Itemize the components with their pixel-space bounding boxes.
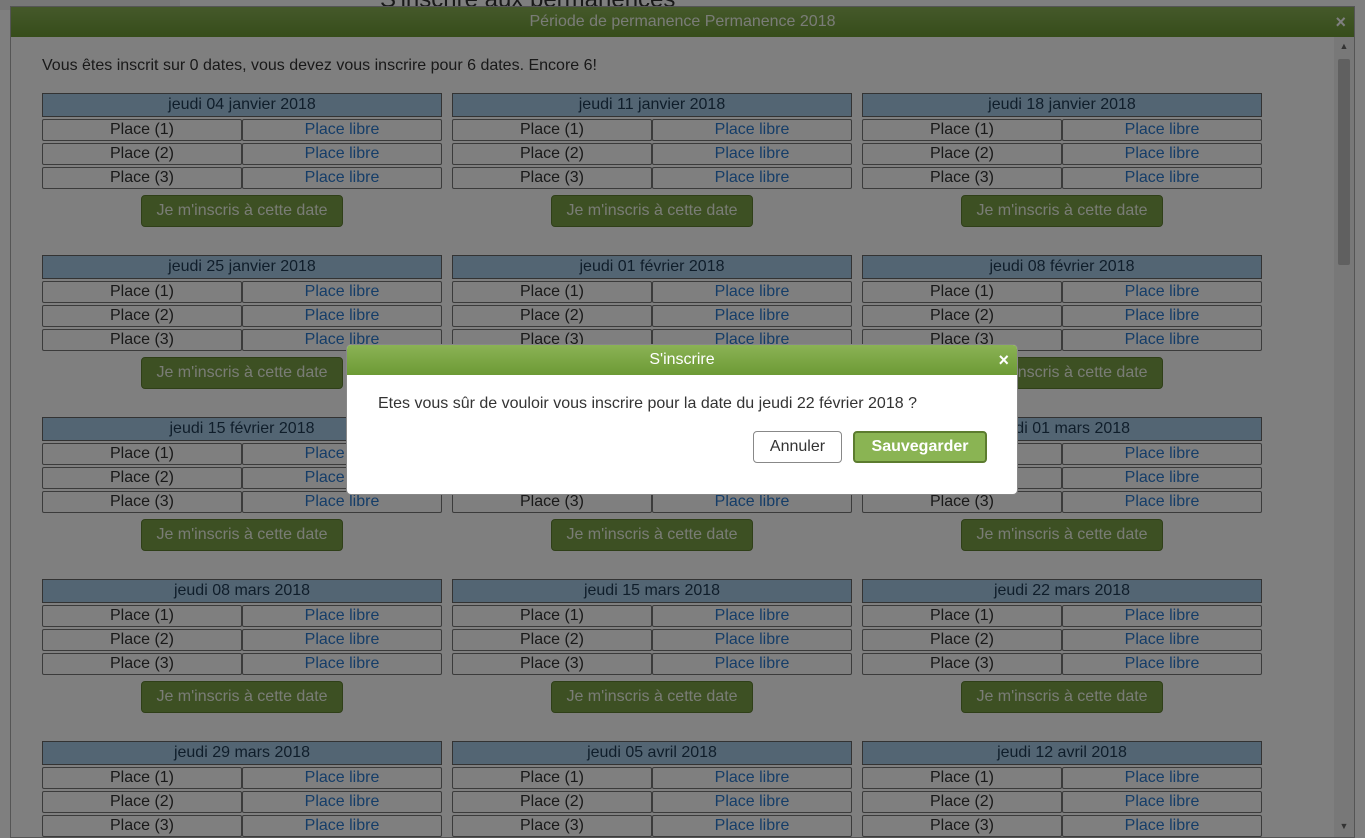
modal-titlebar: S'inscrire × bbox=[347, 345, 1017, 375]
modal-message: Etes vous sûr de vouloir vous inscrire p… bbox=[378, 395, 917, 412]
confirm-modal: S'inscrire × Etes vous sûr de vouloir vo… bbox=[346, 344, 1018, 495]
modal-close-icon[interactable]: × bbox=[998, 345, 1009, 375]
save-button[interactable]: Sauvegarder bbox=[853, 431, 987, 463]
modal-title: S'inscrire bbox=[649, 351, 715, 368]
cancel-button[interactable]: Annuler bbox=[753, 431, 842, 463]
